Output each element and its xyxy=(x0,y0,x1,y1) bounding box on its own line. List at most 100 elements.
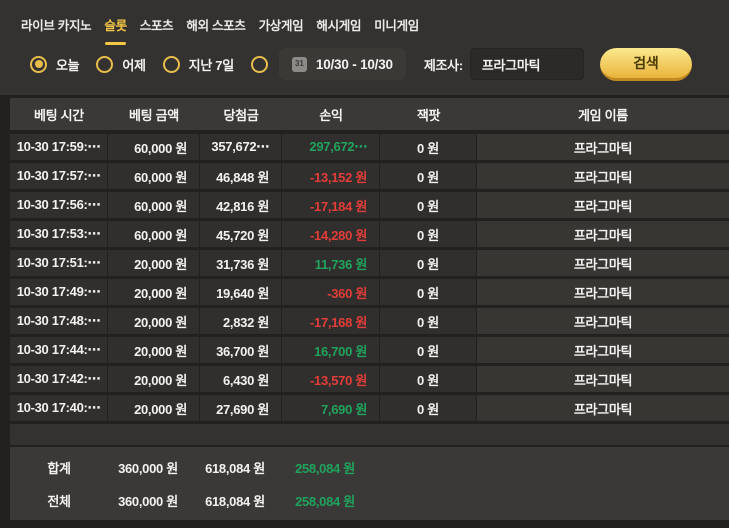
tab-slots[interactable]: 슬롯 xyxy=(104,15,126,45)
bet-history-table: 베팅 시간 베팅 금액 당첨금 손익 잭팟 게임 이름 10-30 17:59:… xyxy=(10,98,729,421)
tab-sports[interactable]: 스포츠 xyxy=(140,15,174,45)
cell-game-name: 프라그마틱 xyxy=(477,366,729,392)
table-row: 10-30 17:57:⋯ 60,000 원 46,848 원 -13,152 … xyxy=(10,163,729,189)
tab-virtual-games[interactable]: 가상게임 xyxy=(259,15,304,45)
cell-bet-time: 10-30 17:56:⋯ xyxy=(10,192,108,218)
cell-bet-time: 10-30 17:57:⋯ xyxy=(10,163,108,189)
cell-jackpot: 0 원 xyxy=(380,395,477,421)
cell-win-amount: 45,720 원 xyxy=(200,221,282,247)
cell-bet-amount: 20,000 원 xyxy=(108,395,200,421)
summary-subtotal-profit: 258,084 원 xyxy=(282,458,380,477)
summary-total-profit: 258,084 원 xyxy=(282,491,380,510)
header-bet-amount: 베팅 금액 xyxy=(108,98,200,130)
table-footer-spacer xyxy=(10,424,729,445)
cell-bet-amount: 60,000 원 xyxy=(108,192,200,218)
cell-bet-amount: 20,000 원 xyxy=(108,250,200,276)
cell-win-amount: 27,690 원 xyxy=(200,395,282,421)
table-body: 10-30 17:59:⋯ 60,000 원 357,672⋯ 297,672⋯… xyxy=(10,134,729,421)
tab-mini-games[interactable]: 미니게임 xyxy=(374,15,419,45)
filter-bar: 오늘 어제 지난 7일 31 10/30 - 10/30 제조사: 검색 xyxy=(0,45,729,83)
cell-bet-time: 10-30 17:53:⋯ xyxy=(10,221,108,247)
cell-win-amount: 31,736 원 xyxy=(200,250,282,276)
cell-bet-amount: 20,000 원 xyxy=(108,308,200,334)
radio-yesterday[interactable]: 어제 xyxy=(96,55,145,74)
header-profit: 손익 xyxy=(282,98,380,130)
summary-row-total: 전체 360,000 원 618,084 원 258,084 원 xyxy=(10,487,729,513)
cell-bet-time: 10-30 17:42:⋯ xyxy=(10,366,108,392)
cell-profit: -14,280 원 xyxy=(282,221,380,247)
radio-today[interactable]: 오늘 xyxy=(30,55,79,74)
header-game-name: 게임 이름 xyxy=(477,98,729,130)
calendar-icon: 31 xyxy=(292,57,307,72)
cell-profit: 16,700 원 xyxy=(282,337,380,363)
cell-jackpot: 0 원 xyxy=(380,308,477,334)
cell-profit: -13,570 원 xyxy=(282,366,380,392)
cell-profit: 297,672⋯ xyxy=(282,134,380,160)
cell-bet-amount: 60,000 원 xyxy=(108,163,200,189)
table-row: 10-30 17:51:⋯ 20,000 원 31,736 원 11,736 원… xyxy=(10,250,729,276)
cell-jackpot: 0 원 xyxy=(380,337,477,363)
summary-subtotal-win: 618,084 원 xyxy=(200,458,282,477)
summary-total-label: 전체 xyxy=(10,491,108,510)
date-range-picker[interactable]: 31 10/30 - 10/30 xyxy=(279,48,406,80)
cell-jackpot: 0 원 xyxy=(380,134,477,160)
cell-game-name: 프라그마틱 xyxy=(477,308,729,334)
cell-bet-amount: 20,000 원 xyxy=(108,279,200,305)
tab-hash-games[interactable]: 해시게임 xyxy=(316,15,361,45)
cell-profit: 11,736 원 xyxy=(282,250,380,276)
cell-bet-time: 10-30 17:40:⋯ xyxy=(10,395,108,421)
table-row: 10-30 17:53:⋯ 60,000 원 45,720 원 -14,280 … xyxy=(10,221,729,247)
manufacturer-label: 제조사: xyxy=(424,55,463,74)
radio-last-7-days-icon[interactable] xyxy=(163,56,180,73)
radio-last-7-days-label: 지난 7일 xyxy=(189,55,234,74)
cell-jackpot: 0 원 xyxy=(380,366,477,392)
cell-win-amount: 2,832 원 xyxy=(200,308,282,334)
summary-total-bet: 360,000 원 xyxy=(108,491,200,510)
table-row: 10-30 17:44:⋯ 20,000 원 36,700 원 16,700 원… xyxy=(10,337,729,363)
radio-custom-range[interactable] xyxy=(251,56,268,73)
tab-overseas-sports[interactable]: 해외 스포츠 xyxy=(186,15,245,45)
cell-game-name: 프라그마틱 xyxy=(477,134,729,160)
cell-game-name: 프라그마틱 xyxy=(477,192,729,218)
cell-bet-amount: 60,000 원 xyxy=(108,221,200,247)
cell-bet-amount: 60,000 원 xyxy=(108,134,200,160)
summary-total-win: 618,084 원 xyxy=(200,491,282,510)
date-range-value: 10/30 - 10/30 xyxy=(316,57,393,72)
cell-bet-amount: 20,000 원 xyxy=(108,366,200,392)
cell-game-name: 프라그마틱 xyxy=(477,163,729,189)
table-row: 10-30 17:59:⋯ 60,000 원 357,672⋯ 297,672⋯… xyxy=(10,134,729,160)
cell-bet-time: 10-30 17:49:⋯ xyxy=(10,279,108,305)
radio-last-7-days[interactable]: 지난 7일 xyxy=(163,55,234,74)
cell-profit: -360 원 xyxy=(282,279,380,305)
manufacturer-input[interactable] xyxy=(470,48,584,80)
table-row: 10-30 17:40:⋯ 20,000 원 27,690 원 7,690 원 … xyxy=(10,395,729,421)
summary-row-subtotal: 합계 360,000 원 618,084 원 258,084 원 xyxy=(10,454,729,480)
cell-profit: 7,690 원 xyxy=(282,395,380,421)
cell-game-name: 프라그마틱 xyxy=(477,337,729,363)
table-row: 10-30 17:42:⋯ 20,000 원 6,430 원 -13,570 원… xyxy=(10,366,729,392)
table-header: 베팅 시간 베팅 금액 당첨금 손익 잭팟 게임 이름 xyxy=(10,98,729,130)
cell-jackpot: 0 원 xyxy=(380,221,477,247)
tab-live-casino[interactable]: 라이브 카지노 xyxy=(21,15,91,45)
radio-custom-range-icon[interactable] xyxy=(251,56,268,73)
cell-jackpot: 0 원 xyxy=(380,279,477,305)
cell-game-name: 프라그마틱 xyxy=(477,250,729,276)
cell-game-name: 프라그마틱 xyxy=(477,395,729,421)
cell-jackpot: 0 원 xyxy=(380,192,477,218)
radio-today-icon[interactable] xyxy=(30,56,47,73)
radio-yesterday-label: 어제 xyxy=(122,55,145,74)
cell-profit: -13,152 원 xyxy=(282,163,380,189)
table-row: 10-30 17:48:⋯ 20,000 원 2,832 원 -17,168 원… xyxy=(10,308,729,334)
cell-win-amount: 19,640 원 xyxy=(200,279,282,305)
summary-subtotal-bet: 360,000 원 xyxy=(108,458,200,477)
header-bet-time: 베팅 시간 xyxy=(10,98,108,130)
cell-profit: -17,184 원 xyxy=(282,192,380,218)
cell-win-amount: 6,430 원 xyxy=(200,366,282,392)
radio-yesterday-icon[interactable] xyxy=(96,56,113,73)
cell-profit: -17,168 원 xyxy=(282,308,380,334)
cell-win-amount: 357,672⋯ xyxy=(200,134,282,160)
cell-jackpot: 0 원 xyxy=(380,163,477,189)
search-button[interactable]: 검색 xyxy=(600,48,692,81)
cell-jackpot: 0 원 xyxy=(380,250,477,276)
summary-subtotal-label: 합계 xyxy=(10,458,108,477)
